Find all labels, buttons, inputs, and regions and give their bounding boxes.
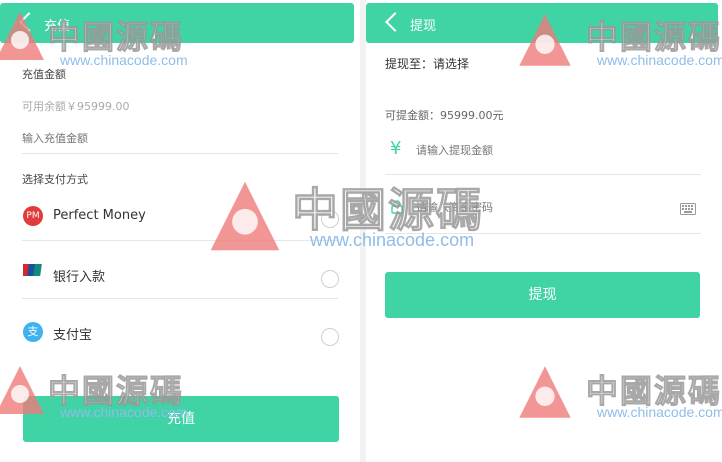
back-arrow-icon[interactable] [385, 12, 405, 32]
keyboard-icon[interactable] [680, 200, 696, 219]
withdraw-amount-input[interactable] [414, 140, 698, 162]
back-arrow-icon[interactable] [19, 12, 39, 32]
payment-radio[interactable] [321, 210, 339, 228]
payment-method-alipay[interactable]: 支 支付宝 [0, 312, 354, 356]
available-balance: 可用余额￥95999.00 [22, 100, 130, 113]
recharge-header: 充值 [0, 3, 354, 43]
withdraw-to-selector[interactable]: 提现至：请选择 [385, 55, 469, 72]
payment-radio[interactable] [321, 270, 339, 288]
payment-method-bank[interactable]: 银行入款 [0, 254, 354, 298]
divider [22, 240, 338, 241]
payment-method-label: 银行入款 [53, 270, 106, 285]
withdraw-header: 提现 [366, 3, 718, 43]
withdraw-title: 提现 [410, 19, 437, 34]
recharge-amount-input[interactable] [20, 126, 340, 152]
alipay-icon: 支 [23, 322, 43, 342]
lock-icon [390, 199, 404, 214]
withdraw-submit-button[interactable]: 提现 [385, 272, 700, 318]
divider [22, 298, 338, 299]
divider [22, 153, 338, 154]
yen-icon: ¥ [390, 138, 402, 159]
fund-password-input[interactable] [414, 197, 678, 219]
withdraw-screen: 提现 提现至：请选择 可提金额：95999.00元 ¥ 提现 [366, 0, 722, 462]
available-withdraw-amount: 可提金额：95999.00元 [385, 109, 504, 122]
payment-method-label: Perfect Money [53, 208, 146, 223]
payment-method-perfect-money[interactable]: PM Perfect Money [0, 196, 354, 240]
payment-method-label: 支付宝 [53, 328, 93, 343]
payment-radio[interactable] [321, 328, 339, 346]
divider [385, 233, 701, 234]
unionpay-icon [21, 262, 43, 276]
perfect-money-icon: PM [23, 206, 43, 226]
amount-section-label: 充值金额 [22, 68, 66, 81]
recharge-title: 充值 [44, 19, 71, 34]
recharge-screen: 充值 充值金额 可用余额￥95999.00 选择支付方式 PM Perfect … [0, 0, 360, 462]
divider [385, 174, 701, 175]
payment-section-label: 选择支付方式 [22, 173, 88, 186]
recharge-submit-button[interactable]: 充值 [23, 396, 339, 442]
